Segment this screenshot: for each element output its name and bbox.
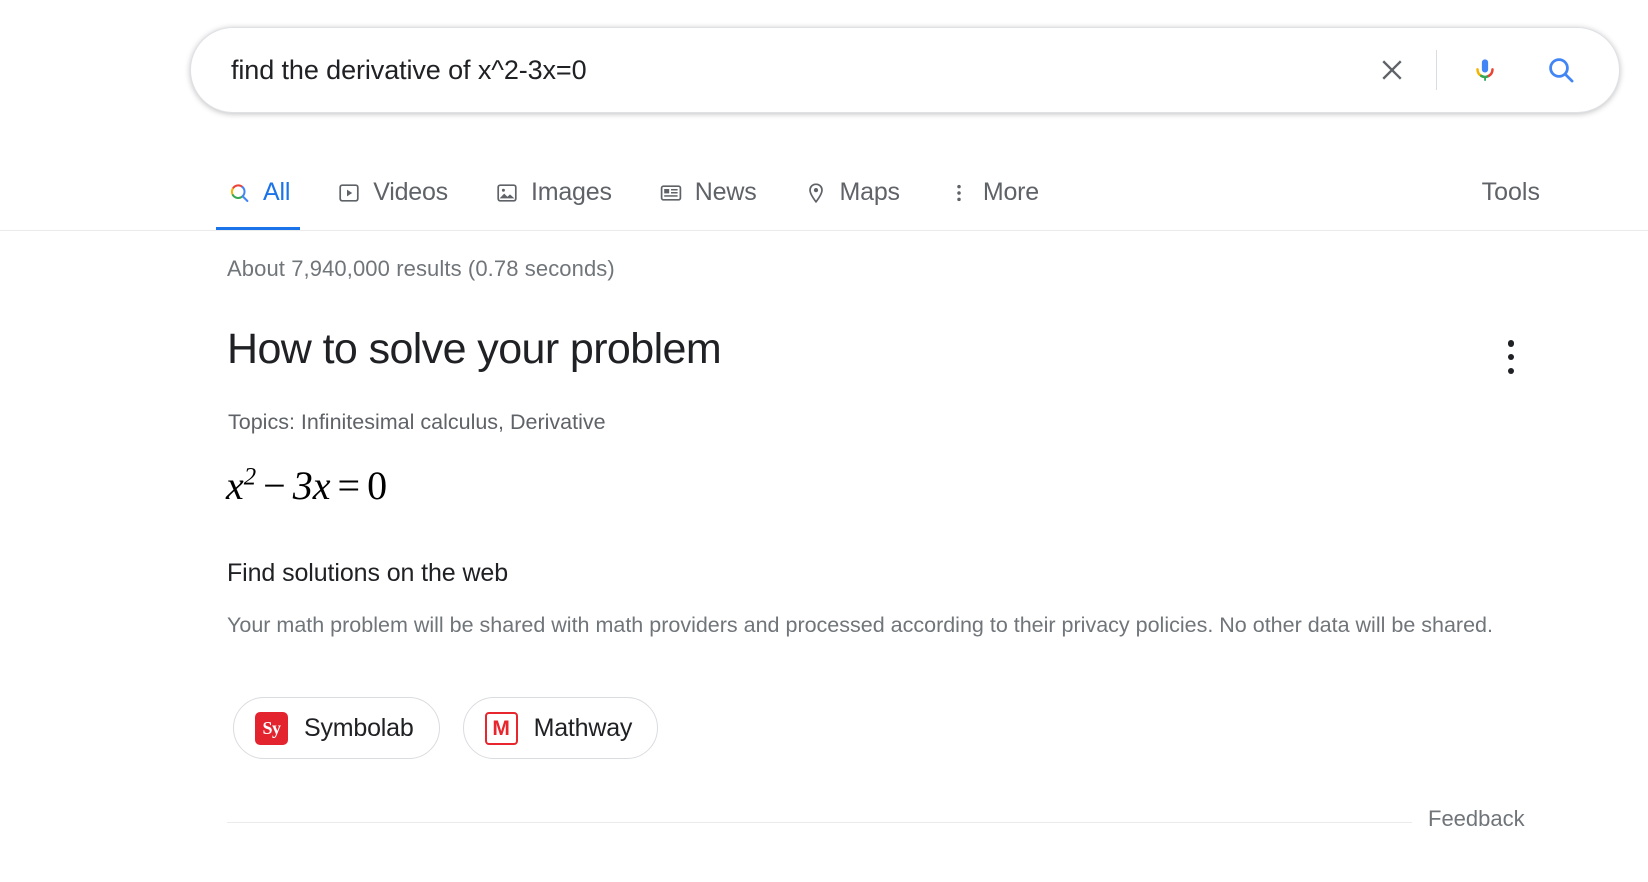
provider-label: Symbolab: [304, 714, 414, 743]
google-search-icon: [226, 180, 252, 206]
tab-maps[interactable]: Maps: [803, 155, 900, 230]
footer-divider: [227, 822, 1412, 823]
tab-label: Images: [531, 178, 612, 207]
tab-label: Maps: [840, 178, 900, 207]
equation-variable: x: [226, 463, 244, 508]
tab-label: More: [983, 178, 1039, 207]
provider-button-mathway[interactable]: M Mathway: [463, 697, 659, 759]
section-heading: Find solutions on the web: [227, 559, 508, 588]
kebab-dot: [1508, 354, 1515, 361]
more-vertical-icon[interactable]: [1498, 340, 1524, 374]
equation-equals: =: [338, 463, 361, 508]
result-stats: About 7,940,000 results (0.78 seconds): [227, 256, 615, 282]
search-input[interactable]: [229, 54, 1366, 87]
tab-images[interactable]: Images: [494, 155, 612, 230]
tools-label: Tools: [1482, 178, 1540, 207]
image-icon: [494, 180, 520, 206]
close-icon[interactable]: [1366, 44, 1418, 96]
news-icon: [658, 180, 684, 206]
equation-minus: −: [263, 463, 286, 508]
video-icon: [336, 180, 362, 206]
search-bar-icons: [1366, 44, 1591, 96]
more-vertical-icon: [946, 180, 972, 206]
tab-label: Videos: [373, 178, 448, 207]
tab-label: News: [695, 178, 757, 207]
kebab-dot: [1508, 368, 1515, 375]
equation-rhs: 0: [367, 463, 387, 508]
tab-all[interactable]: All: [226, 155, 290, 230]
google-search-results-page: All Videos: [0, 0, 1648, 882]
tab-more[interactable]: More: [946, 155, 1039, 230]
math-equation: x2−3x=0: [226, 462, 387, 509]
kebab-dot: [1508, 340, 1515, 347]
tab-videos[interactable]: Videos: [336, 155, 448, 230]
tab-news[interactable]: News: [658, 155, 757, 230]
equation-term: 3x: [293, 463, 331, 508]
provider-buttons: Sy Symbolab M Mathway: [233, 697, 681, 759]
tools-button[interactable]: Tools: [1482, 155, 1540, 230]
card-topics: Topics: Infinitesimal calculus, Derivati…: [228, 410, 606, 435]
feedback-link[interactable]: Feedback: [1428, 806, 1525, 832]
equation-exponent: 2: [244, 464, 256, 491]
map-pin-icon: [803, 180, 829, 206]
symbolab-logo-icon: Sy: [255, 712, 288, 745]
provider-label: Mathway: [534, 714, 633, 743]
search-bar[interactable]: [190, 27, 1620, 113]
search-bar-divider: [1436, 50, 1437, 90]
search-icon[interactable]: [1535, 44, 1587, 96]
microphone-icon[interactable]: [1459, 44, 1511, 96]
page-title: How to solve your problem: [227, 325, 721, 374]
mathway-logo-icon: M: [485, 712, 518, 745]
search-nav-bar: All Videos: [0, 155, 1648, 231]
privacy-disclaimer: Your math problem will be shared with ma…: [227, 611, 1527, 639]
tab-label: All: [263, 178, 290, 207]
provider-button-symbolab[interactable]: Sy Symbolab: [233, 697, 440, 759]
search-tabs: All Videos: [226, 155, 1085, 230]
